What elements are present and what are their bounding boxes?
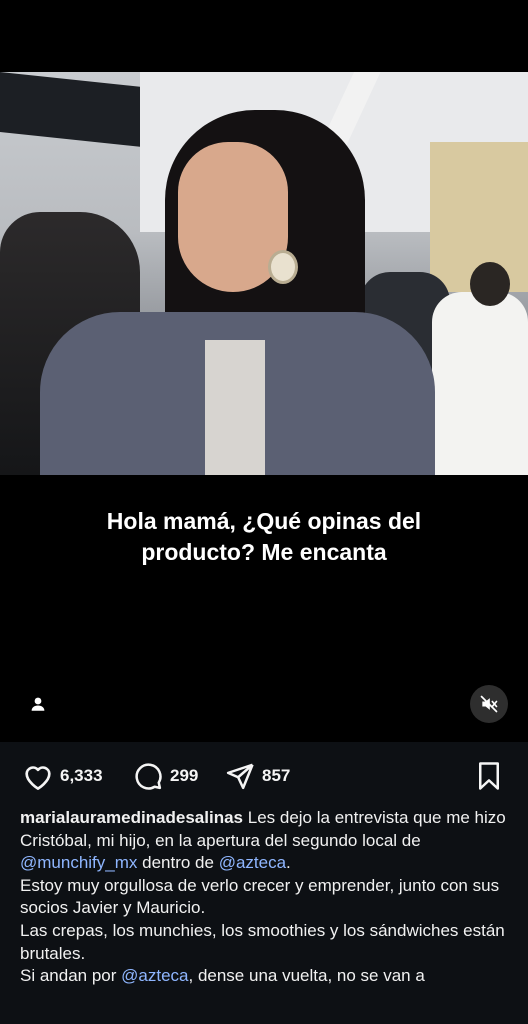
video-frame[interactable] [0, 72, 528, 475]
bookmark-icon [479, 762, 499, 790]
caption-line-2: producto? Me encanta [141, 539, 387, 565]
mention-azteca-2[interactable]: @azteca [121, 966, 188, 985]
heart-icon [25, 766, 51, 791]
share-count: 857 [262, 766, 291, 785]
desc-text-2: dentro de [137, 853, 219, 873]
post-description: marialauramedinadesalinas Les dejo la en… [20, 807, 515, 988]
desc-paragraph-4b: , dense una vuelta, no se van a [188, 966, 425, 986]
woman-shirt [205, 340, 265, 475]
share-button[interactable]: 857 [224, 760, 290, 792]
username-link[interactable]: marialauramedinadesalinas [20, 808, 243, 827]
earring [268, 250, 298, 284]
video-caption: Hola mamá, ¿Qué opinas del producto? Me … [0, 506, 528, 568]
mention-munchify[interactable]: @munchify_mx [20, 853, 137, 872]
comment-button[interactable]: 299 [132, 760, 198, 792]
person-icon [31, 697, 45, 711]
paper-plane-icon [226, 763, 254, 790]
save-button[interactable] [476, 761, 502, 796]
desc-text-3: . [286, 853, 291, 873]
speaker-muted-icon [480, 695, 498, 713]
awning [0, 72, 140, 147]
comment-bubble-icon [135, 763, 162, 790]
man-white-jacket [432, 292, 528, 475]
like-button[interactable]: 6,333 [22, 760, 103, 792]
mention-azteca[interactable]: @azteca [219, 853, 286, 872]
man-head [470, 262, 510, 306]
like-count: 6,333 [60, 766, 103, 785]
mute-button[interactable] [470, 685, 508, 723]
desc-paragraph-3: Las crepas, los munchies, los smoothies … [20, 920, 505, 963]
post-details: 6,333 299 857 marialauramedinadesalinas … [0, 742, 528, 1024]
desc-paragraph-2: Estoy muy orgullosa de verlo crecer y em… [20, 875, 500, 918]
caption-line-1: Hola mamá, ¿Qué opinas del [106, 508, 422, 534]
comment-count: 299 [170, 766, 199, 785]
desc-paragraph-4a: Si andan por [20, 966, 122, 986]
video-player[interactable]: Hola mamá, ¿Qué opinas del producto? Me … [0, 0, 528, 742]
action-bar: 6,333 299 857 [0, 760, 528, 792]
tagged-users-button[interactable] [20, 686, 56, 722]
